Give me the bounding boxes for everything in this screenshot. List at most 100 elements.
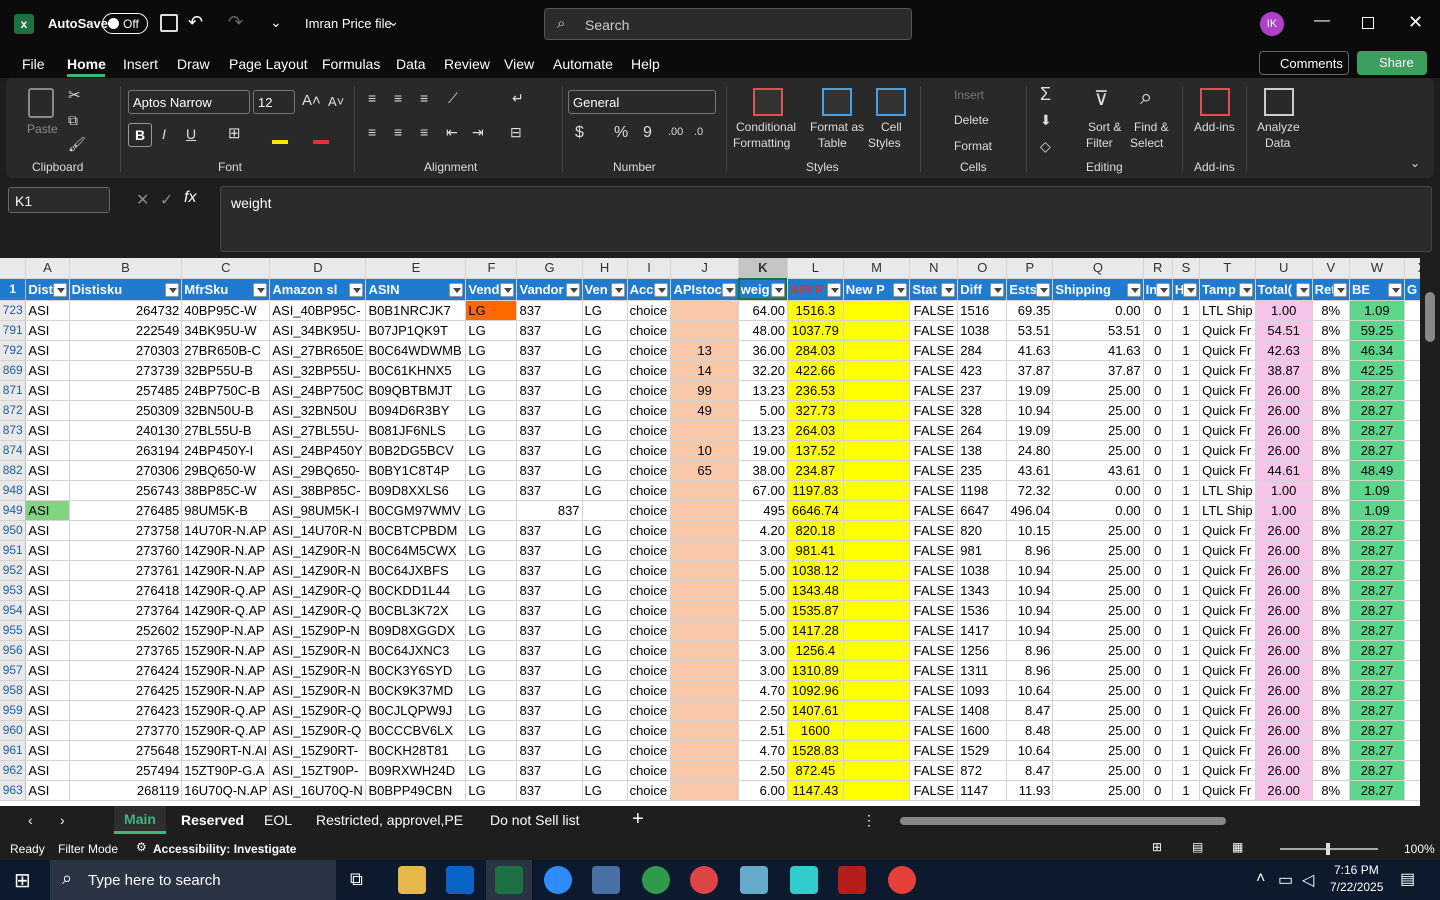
cell[interactable]: 28.27 <box>1349 600 1405 621</box>
cell[interactable]: choice <box>627 400 672 421</box>
cell[interactable]: 275648 <box>69 740 183 761</box>
cell[interactable]: 276485 <box>69 500 183 521</box>
cell[interactable]: 37.87 <box>1006 360 1054 381</box>
increase-font-icon[interactable]: A˄ <box>302 92 321 109</box>
filter-dropdown-icon[interactable] <box>1155 282 1170 297</box>
cell[interactable]: 26.00 <box>1255 620 1313 641</box>
cell[interactable]: choice <box>627 620 672 641</box>
cell[interactable]: 1 <box>1172 680 1201 701</box>
cell[interactable]: 28.27 <box>1349 640 1405 661</box>
cell[interactable]: 837 <box>516 340 583 361</box>
cell[interactable]: 59.25 <box>1349 320 1405 341</box>
cell[interactable]: 1038.12 <box>787 560 844 581</box>
column-header[interactable]: BE <box>1349 278 1405 301</box>
task-view-icon[interactable]: ⧉ <box>350 869 363 890</box>
cell[interactable]: 37.87 <box>1052 360 1144 381</box>
cell[interactable]: 10.94 <box>1006 580 1054 601</box>
cell[interactable]: FALSE <box>909 620 959 641</box>
cell[interactable]: 14Z90R-Q.AP <box>181 600 271 621</box>
cell[interactable]: 28.27 <box>1349 440 1405 461</box>
cell[interactable]: FALSE <box>909 500 959 521</box>
cell[interactable]: 8% <box>1312 340 1350 361</box>
cell[interactable]: LG <box>582 660 628 681</box>
cell[interactable]: 1256.4 <box>787 640 844 661</box>
cell[interactable]: ASI <box>25 300 70 321</box>
cell[interactable] <box>843 680 911 701</box>
cell[interactable]: 0 <box>1143 620 1173 641</box>
cell[interactable]: 270303 <box>69 340 183 361</box>
cell[interactable]: 1198 <box>957 480 1008 501</box>
row-number[interactable]: 869 <box>0 360 27 381</box>
row-number[interactable]: 1 <box>0 278 27 301</box>
sort-filter-label[interactable]: Sort & <box>1088 120 1121 134</box>
cell[interactable]: 15Z90P-N.AP <box>181 620 271 641</box>
cell[interactable]: 276424 <box>69 660 183 681</box>
cell[interactable]: Quick Fr <box>1199 700 1256 721</box>
chrome-profile-icon[interactable] <box>690 866 718 894</box>
cell[interactable]: 820 <box>957 520 1008 541</box>
cell[interactable]: 263194 <box>69 440 183 461</box>
cell[interactable]: 1536 <box>957 600 1008 621</box>
cell[interactable]: 26.00 <box>1255 440 1313 461</box>
cell[interactable]: 837 <box>516 520 583 541</box>
cell[interactable]: Quick Fr <box>1199 360 1256 381</box>
percent-icon[interactable]: % <box>614 124 628 142</box>
cell[interactable]: ASI_15Z90R-Q <box>269 720 367 741</box>
cell[interactable] <box>843 380 911 401</box>
column-letter[interactable]: O <box>957 258 1008 279</box>
row-number[interactable]: 948 <box>0 480 27 501</box>
row-number[interactable]: 792 <box>0 340 27 361</box>
calculator-icon[interactable] <box>592 866 620 894</box>
cell[interactable]: LG <box>465 680 518 701</box>
cell[interactable]: 0.00 <box>1052 300 1144 321</box>
cell[interactable]: 820.18 <box>787 520 844 541</box>
share-button[interactable]: Share <box>1357 51 1427 75</box>
cell[interactable]: 8% <box>1312 660 1350 681</box>
cell-table[interactable]: ABCDEFGHIJKLMNOPQRSTUVWX 1 Dist Distisku Mfr… <box>0 258 1440 801</box>
cell[interactable]: ASI <box>25 420 70 441</box>
row-number[interactable]: 961 <box>0 740 27 761</box>
cell[interactable]: 257494 <box>69 760 183 781</box>
cell[interactable]: 6647 <box>957 500 1008 521</box>
cell[interactable]: choice <box>627 360 672 381</box>
increase-indent-icon[interactable]: ⇥ <box>472 124 484 141</box>
cell[interactable]: 25.00 <box>1052 580 1144 601</box>
cell[interactable]: FALSE <box>909 760 959 781</box>
cell[interactable]: 8% <box>1312 320 1350 341</box>
collapse-ribbon-icon[interactable]: ⌄ <box>1410 156 1420 170</box>
cell[interactable] <box>843 520 911 541</box>
cell[interactable]: 10.94 <box>1006 560 1054 581</box>
cell[interactable] <box>670 760 739 781</box>
cell[interactable]: 0 <box>1143 460 1173 481</box>
cell[interactable]: 10.94 <box>1006 600 1054 621</box>
cell[interactable]: 67.00 <box>738 480 788 501</box>
cell[interactable]: 1407.61 <box>787 700 844 721</box>
cell[interactable]: Quick Fr <box>1199 600 1256 621</box>
cell[interactable]: FALSE <box>909 480 959 501</box>
analyze-data-label2[interactable]: Data <box>1265 136 1290 150</box>
cell[interactable]: 41.63 <box>1006 340 1054 361</box>
cell[interactable]: 981.41 <box>787 540 844 561</box>
undo-icon[interactable]: ↶ <box>188 12 203 33</box>
chrome-icon[interactable] <box>642 866 670 894</box>
cell[interactable]: 1 <box>1172 420 1201 441</box>
tab-review[interactable]: Review <box>444 56 490 72</box>
cell[interactable]: LG <box>465 780 518 801</box>
cell[interactable]: FALSE <box>909 360 959 381</box>
cell[interactable]: 0 <box>1143 520 1173 541</box>
cell[interactable]: ASI <box>25 660 70 681</box>
column-letter[interactable]: T <box>1199 258 1256 279</box>
select-all-corner[interactable] <box>0 258 27 279</box>
cell[interactable]: 98UM5K-B <box>181 500 271 521</box>
cell[interactable]: 8% <box>1312 780 1350 801</box>
cell[interactable] <box>670 480 739 501</box>
tab-formulas[interactable]: Formulas <box>322 56 380 72</box>
cell[interactable]: LG <box>582 740 628 761</box>
column-header[interactable]: New P <box>843 278 911 301</box>
cell[interactable]: 8% <box>1312 680 1350 701</box>
cell[interactable]: 8% <box>1312 480 1350 501</box>
cell[interactable]: 1.00 <box>1255 500 1313 521</box>
column-letter[interactable]: V <box>1312 258 1350 279</box>
cell[interactable]: LG <box>465 380 518 401</box>
cell[interactable] <box>843 700 911 721</box>
